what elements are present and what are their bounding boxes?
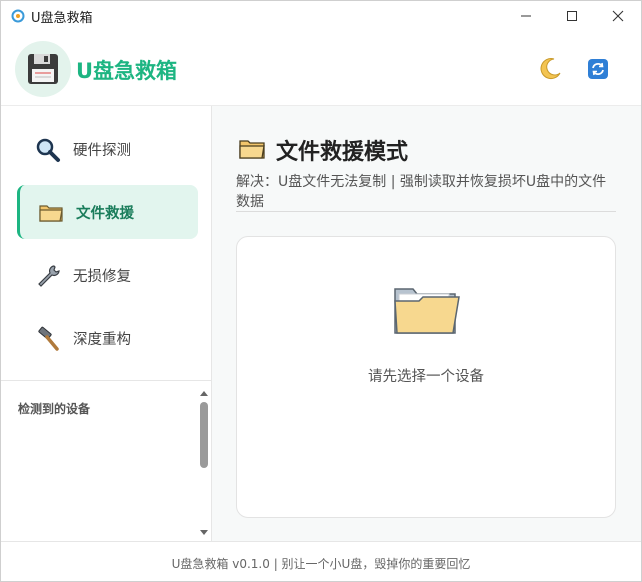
sidebar-item-label: 文件救援 bbox=[76, 206, 134, 222]
refresh-icon bbox=[588, 59, 608, 79]
scroll-thumb[interactable] bbox=[200, 402, 208, 468]
folder-open-icon bbox=[394, 288, 460, 334]
folder-icon bbox=[239, 140, 265, 159]
scroll-up-icon[interactable] bbox=[198, 388, 210, 398]
brand-name: U盘急救箱 bbox=[76, 59, 178, 83]
floppy-disk-icon bbox=[28, 54, 58, 84]
moon-icon bbox=[540, 58, 561, 80]
scroll-down-icon[interactable] bbox=[198, 528, 210, 538]
empty-state-text: 请先选择一个设备 bbox=[368, 369, 484, 385]
footer: U盘急救箱 v0.1.0 | 别让一个小U盘，毁掉你的重要回忆 bbox=[1, 541, 641, 581]
app-header: U盘急救箱 bbox=[1, 31, 641, 106]
mode-description: 解决：U盘文件无法复制 | 强制读取并恢复损坏U盘中的文件数据 bbox=[236, 174, 607, 210]
sidebar-item-label: 硬件探测 bbox=[73, 143, 131, 159]
footer-text: U盘急救箱 v0.1.0 | 别让一个小U盘，毁掉你的重要回忆 bbox=[171, 557, 471, 571]
app-window: U盘急救箱 U盘急救箱 硬件探测 文件救援 无损修复 深度重构 检测到的设备 文… bbox=[0, 0, 642, 582]
hammer-icon bbox=[38, 326, 59, 351]
minimize-button[interactable] bbox=[503, 1, 549, 31]
sidebar-item-hardware-detect[interactable]: 硬件探测 bbox=[17, 122, 195, 176]
sidebar: 硬件探测 文件救援 无损修复 深度重构 检测到的设备 bbox=[1, 106, 212, 541]
description-divider bbox=[236, 211, 616, 212]
close-icon bbox=[612, 10, 624, 22]
refresh-button[interactable] bbox=[587, 58, 609, 84]
sidebar-item-deep-rebuild[interactable]: 深度重构 bbox=[17, 311, 195, 365]
theme-toggle-button[interactable] bbox=[537, 56, 563, 86]
devices-section-label: 检测到的设备 bbox=[18, 402, 91, 416]
window-title: U盘急救箱 bbox=[31, 11, 93, 26]
close-button[interactable] bbox=[595, 1, 641, 31]
sidebar-item-label: 深度重构 bbox=[73, 332, 131, 348]
title-bar: U盘急救箱 bbox=[1, 1, 641, 31]
sidebar-item-label: 无损修复 bbox=[73, 269, 131, 285]
wrench-icon bbox=[38, 265, 60, 287]
page-title: 文件救援模式 bbox=[276, 140, 409, 165]
sidebar-item-lossless-repair[interactable]: 无损修复 bbox=[17, 248, 195, 302]
magnifier-icon bbox=[36, 138, 60, 162]
logo bbox=[15, 41, 71, 97]
folder-icon bbox=[39, 205, 63, 222]
maximize-icon bbox=[567, 11, 577, 21]
sidebar-item-file-rescue[interactable]: 文件救援 bbox=[17, 185, 198, 239]
device-list-scrollbar[interactable] bbox=[198, 386, 210, 541]
main-panel: 文件救援模式 解决：U盘文件无法复制 | 强制读取并恢复损坏U盘中的文件数据 请… bbox=[212, 106, 641, 541]
minimize-icon bbox=[521, 15, 531, 17]
maximize-button[interactable] bbox=[549, 1, 595, 31]
app-icon bbox=[11, 9, 25, 23]
device-empty-state-card: 请先选择一个设备 bbox=[236, 236, 616, 518]
sidebar-divider bbox=[1, 380, 211, 381]
